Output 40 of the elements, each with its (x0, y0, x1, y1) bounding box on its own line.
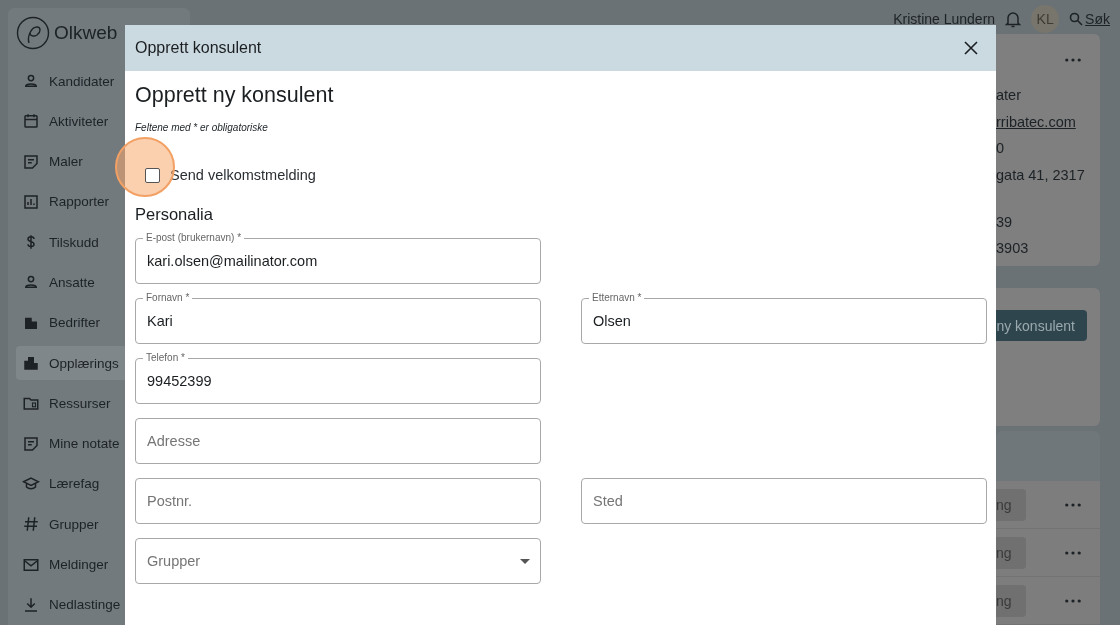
user-name: Kristine Lundern (893, 10, 996, 27)
hash-icon (22, 515, 40, 534)
caret-icon (520, 559, 530, 564)
search-link[interactable]: Søk (1085, 10, 1110, 27)
field-label: Fornavn * (143, 292, 193, 304)
avatar[interactable]: KL (1031, 4, 1060, 33)
person-icon (22, 72, 40, 90)
field-label: E-post (brukernavn) * (143, 232, 245, 244)
detail-text: 3903 (996, 240, 1029, 257)
section-heading: Personalia (135, 205, 214, 224)
search-icon[interactable] (1069, 11, 1084, 26)
field-label: Telefon * (143, 352, 188, 364)
sidebar-item[interactable]: Grupper (16, 507, 190, 542)
detail-text: ater (996, 87, 1021, 103)
note-icon (22, 434, 40, 453)
buildings-icon (22, 354, 40, 373)
dialog-title: Opprett konsulent (135, 39, 262, 57)
more-icon[interactable] (1065, 502, 1081, 507)
download-icon (22, 595, 40, 614)
more-icon[interactable] (1065, 598, 1081, 603)
logo-icon (16, 16, 50, 50)
calendar-icon (22, 112, 40, 131)
new-consultant-button[interactable]: ny konsulent (996, 310, 1087, 341)
more-icon[interactable] (1065, 550, 1081, 555)
field-label: Etternavn * (589, 292, 645, 304)
close-icon (964, 41, 978, 55)
email-link[interactable]: rribatec.com (996, 113, 1076, 130)
detail-text: gata 41, 2317 (996, 167, 1085, 184)
bar-chart-icon (22, 192, 40, 211)
close-button[interactable] (964, 41, 978, 55)
detail-text: 0 (996, 140, 1005, 157)
detail-text: 39 (996, 213, 1013, 230)
bell-icon[interactable] (1005, 9, 1022, 28)
dialog-heading: Opprett ny konsulent (135, 83, 335, 108)
note-icon (22, 152, 40, 171)
required-note: Feltene med * er obligatoriske (135, 122, 269, 133)
logo-text: Olkweb (54, 22, 118, 44)
more-icon[interactable] (1065, 58, 1081, 62)
sidebar-item[interactable]: Nedlastinge (16, 587, 190, 622)
checkbox[interactable] (145, 167, 160, 183)
